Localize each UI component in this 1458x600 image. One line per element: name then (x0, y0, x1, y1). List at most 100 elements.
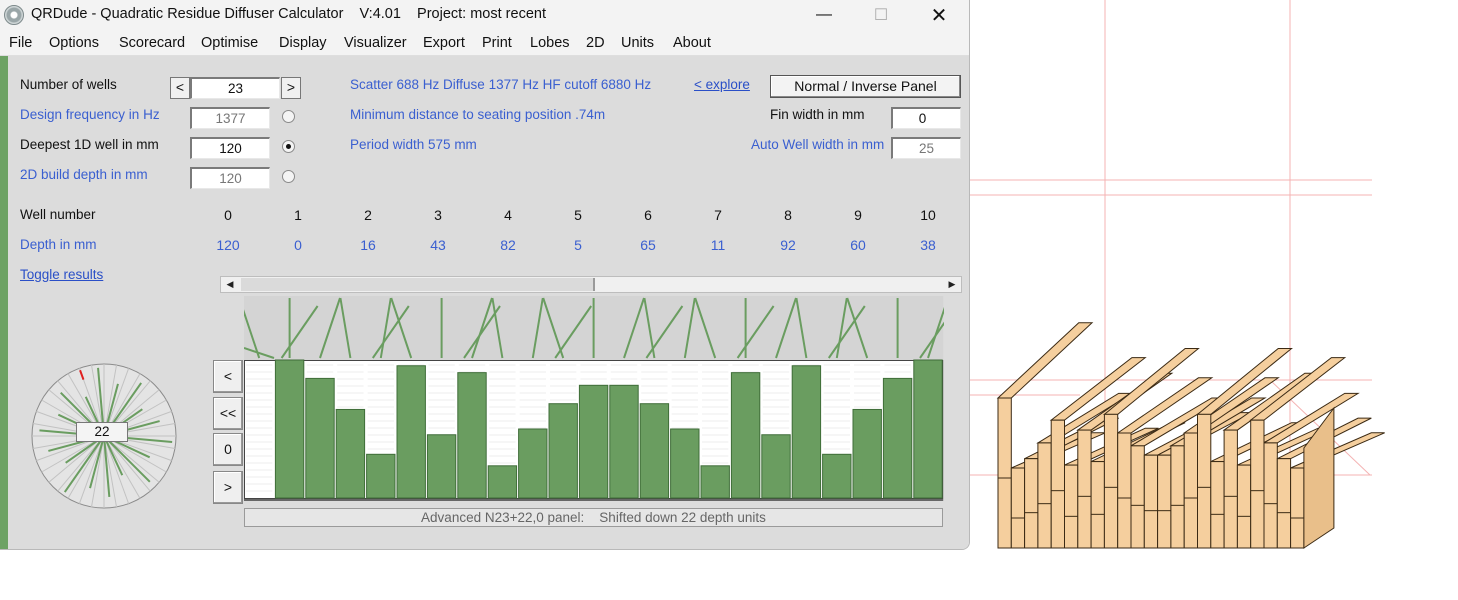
well-front-face (1117, 432, 1132, 549)
depth-cell: 65 (640, 237, 656, 253)
well-block (791, 365, 822, 499)
well-front-face (1010, 467, 1026, 549)
well-block (822, 453, 852, 499)
well-block (305, 377, 335, 499)
well-opening (731, 361, 760, 373)
window-title: QRDude - Quadratic Residue Diffuser Calc… (31, 6, 546, 22)
well-opening (488, 361, 517, 466)
fin-width-input[interactable]: 0 (891, 107, 961, 129)
menu-units[interactable]: Units (621, 35, 654, 51)
well-opening (640, 361, 669, 404)
depth-cell: 82 (500, 237, 516, 253)
scroll-right-arrow[interactable]: ▶ (944, 277, 960, 292)
menu-bar: File Options Scorecard Optimise Display … (0, 30, 969, 56)
depth-cell: 92 (780, 237, 796, 253)
well-number-cell: 5 (574, 207, 582, 223)
diffuser-wells-3d (996, 322, 1385, 549)
well-number-label: Well number (20, 207, 96, 222)
normal-inverse-panel-button[interactable]: Normal / Inverse Panel (770, 75, 961, 98)
explore-link[interactable]: < explore (694, 77, 750, 92)
wells-decrement-button[interactable]: < (170, 77, 190, 99)
well-front-face (1064, 464, 1079, 549)
close-button[interactable]: ✕ (910, 0, 968, 30)
design-frequency-input[interactable]: 1377 (190, 107, 270, 129)
menu-optimise[interactable]: Optimise (201, 35, 258, 51)
menu-options[interactable]: Options (49, 35, 99, 51)
menu-export[interactable]: Export (423, 35, 465, 51)
well-front-face (1290, 467, 1305, 549)
well-block (670, 428, 700, 499)
well-block (639, 403, 670, 499)
scroll-left-arrow[interactable]: ◀ (222, 277, 238, 292)
well-number-cell: 4 (504, 207, 512, 223)
panel-status-bar: Advanced N23+22,0 panel: Shifted down 22… (244, 508, 943, 527)
well-opening (883, 361, 912, 379)
scroll-thumb[interactable] (241, 278, 595, 291)
well-block (366, 453, 396, 499)
menu-visualizer[interactable]: Visualizer (344, 35, 407, 51)
deepest-well-radio[interactable] (282, 140, 295, 153)
nav-first-button[interactable]: << (213, 397, 243, 430)
well-block (548, 403, 578, 499)
title-bar[interactable]: QRDude - Quadratic Residue Diffuser Calc… (0, 0, 969, 30)
nav-next-button[interactable]: > (213, 471, 243, 504)
well-number-cell: 6 (644, 207, 652, 223)
well-number-cell: 2 (364, 207, 372, 223)
well-front-face (1130, 445, 1145, 549)
polar-angle-readout[interactable]: 22 (76, 422, 128, 442)
well-block (609, 384, 639, 499)
well-profile-plot (244, 296, 944, 501)
menu-scorecard[interactable]: Scorecard (119, 35, 185, 51)
build-depth-input[interactable]: 120 (190, 167, 270, 189)
well-block (426, 434, 457, 499)
depth-cell: 60 (850, 237, 866, 253)
well-front-face (1276, 458, 1292, 549)
well-front-face (1223, 429, 1238, 549)
well-block (335, 408, 366, 499)
depth-label: Depth in mm (20, 237, 97, 252)
well-block (882, 377, 913, 499)
menu-about[interactable]: About (673, 35, 711, 51)
auto-well-width-label: Auto Well width in mm (751, 137, 885, 152)
well-opening (457, 361, 487, 373)
well-front-face (1024, 458, 1039, 549)
well-front-face (1103, 413, 1119, 549)
well-front-face (1250, 419, 1265, 549)
well-front-face (1183, 432, 1198, 549)
auto-well-width-input[interactable]: 25 (891, 137, 961, 159)
toggle-results-link[interactable]: Toggle results (20, 267, 103, 282)
maximize-button[interactable]: ☐ (852, 0, 910, 30)
well-top-face (1102, 347, 1200, 415)
well-opening (518, 361, 547, 429)
nav-zero-button[interactable]: 0 (213, 433, 243, 466)
well-block (700, 465, 730, 499)
nav-prev-button[interactable]: < (213, 360, 243, 393)
3d-visualizer-view[interactable] (970, 0, 1458, 600)
well-number-cell: 8 (784, 207, 792, 223)
well-number-cell: 0 (224, 207, 232, 223)
menu-display[interactable]: Display (279, 35, 327, 51)
wells-label: Number of wells (20, 77, 117, 92)
left-accent-strip (0, 56, 8, 549)
menu-2d[interactable]: 2D (586, 35, 605, 51)
menu-file[interactable]: File (9, 35, 32, 51)
depth-cell: 120 (216, 237, 240, 253)
menu-print[interactable]: Print (482, 35, 512, 51)
diffuser-side-face (1303, 406, 1335, 549)
depth-cell: 16 (360, 237, 376, 253)
design-frequency-radio[interactable] (282, 110, 295, 123)
results-horizontal-scrollbar[interactable]: ◀ ▶ (220, 276, 962, 293)
build-depth-radio[interactable] (282, 170, 295, 183)
depth-cell: 0 (294, 237, 302, 253)
minimize-button[interactable]: — (795, 0, 853, 30)
menu-lobes[interactable]: Lobes (530, 35, 570, 51)
wells-increment-button[interactable]: > (281, 77, 301, 99)
design-frequency-label: Design frequency in Hz (20, 107, 160, 122)
well-opening (853, 361, 882, 410)
well-front-face (1037, 442, 1052, 549)
deepest-well-input[interactable]: 120 (190, 137, 270, 159)
frequency-summary: Scatter 688 Hz Diffuse 1377 Hz HF cutoff… (350, 77, 652, 92)
wells-input[interactable]: 23 (190, 77, 280, 99)
well-block (457, 372, 487, 499)
well-block (518, 428, 548, 499)
